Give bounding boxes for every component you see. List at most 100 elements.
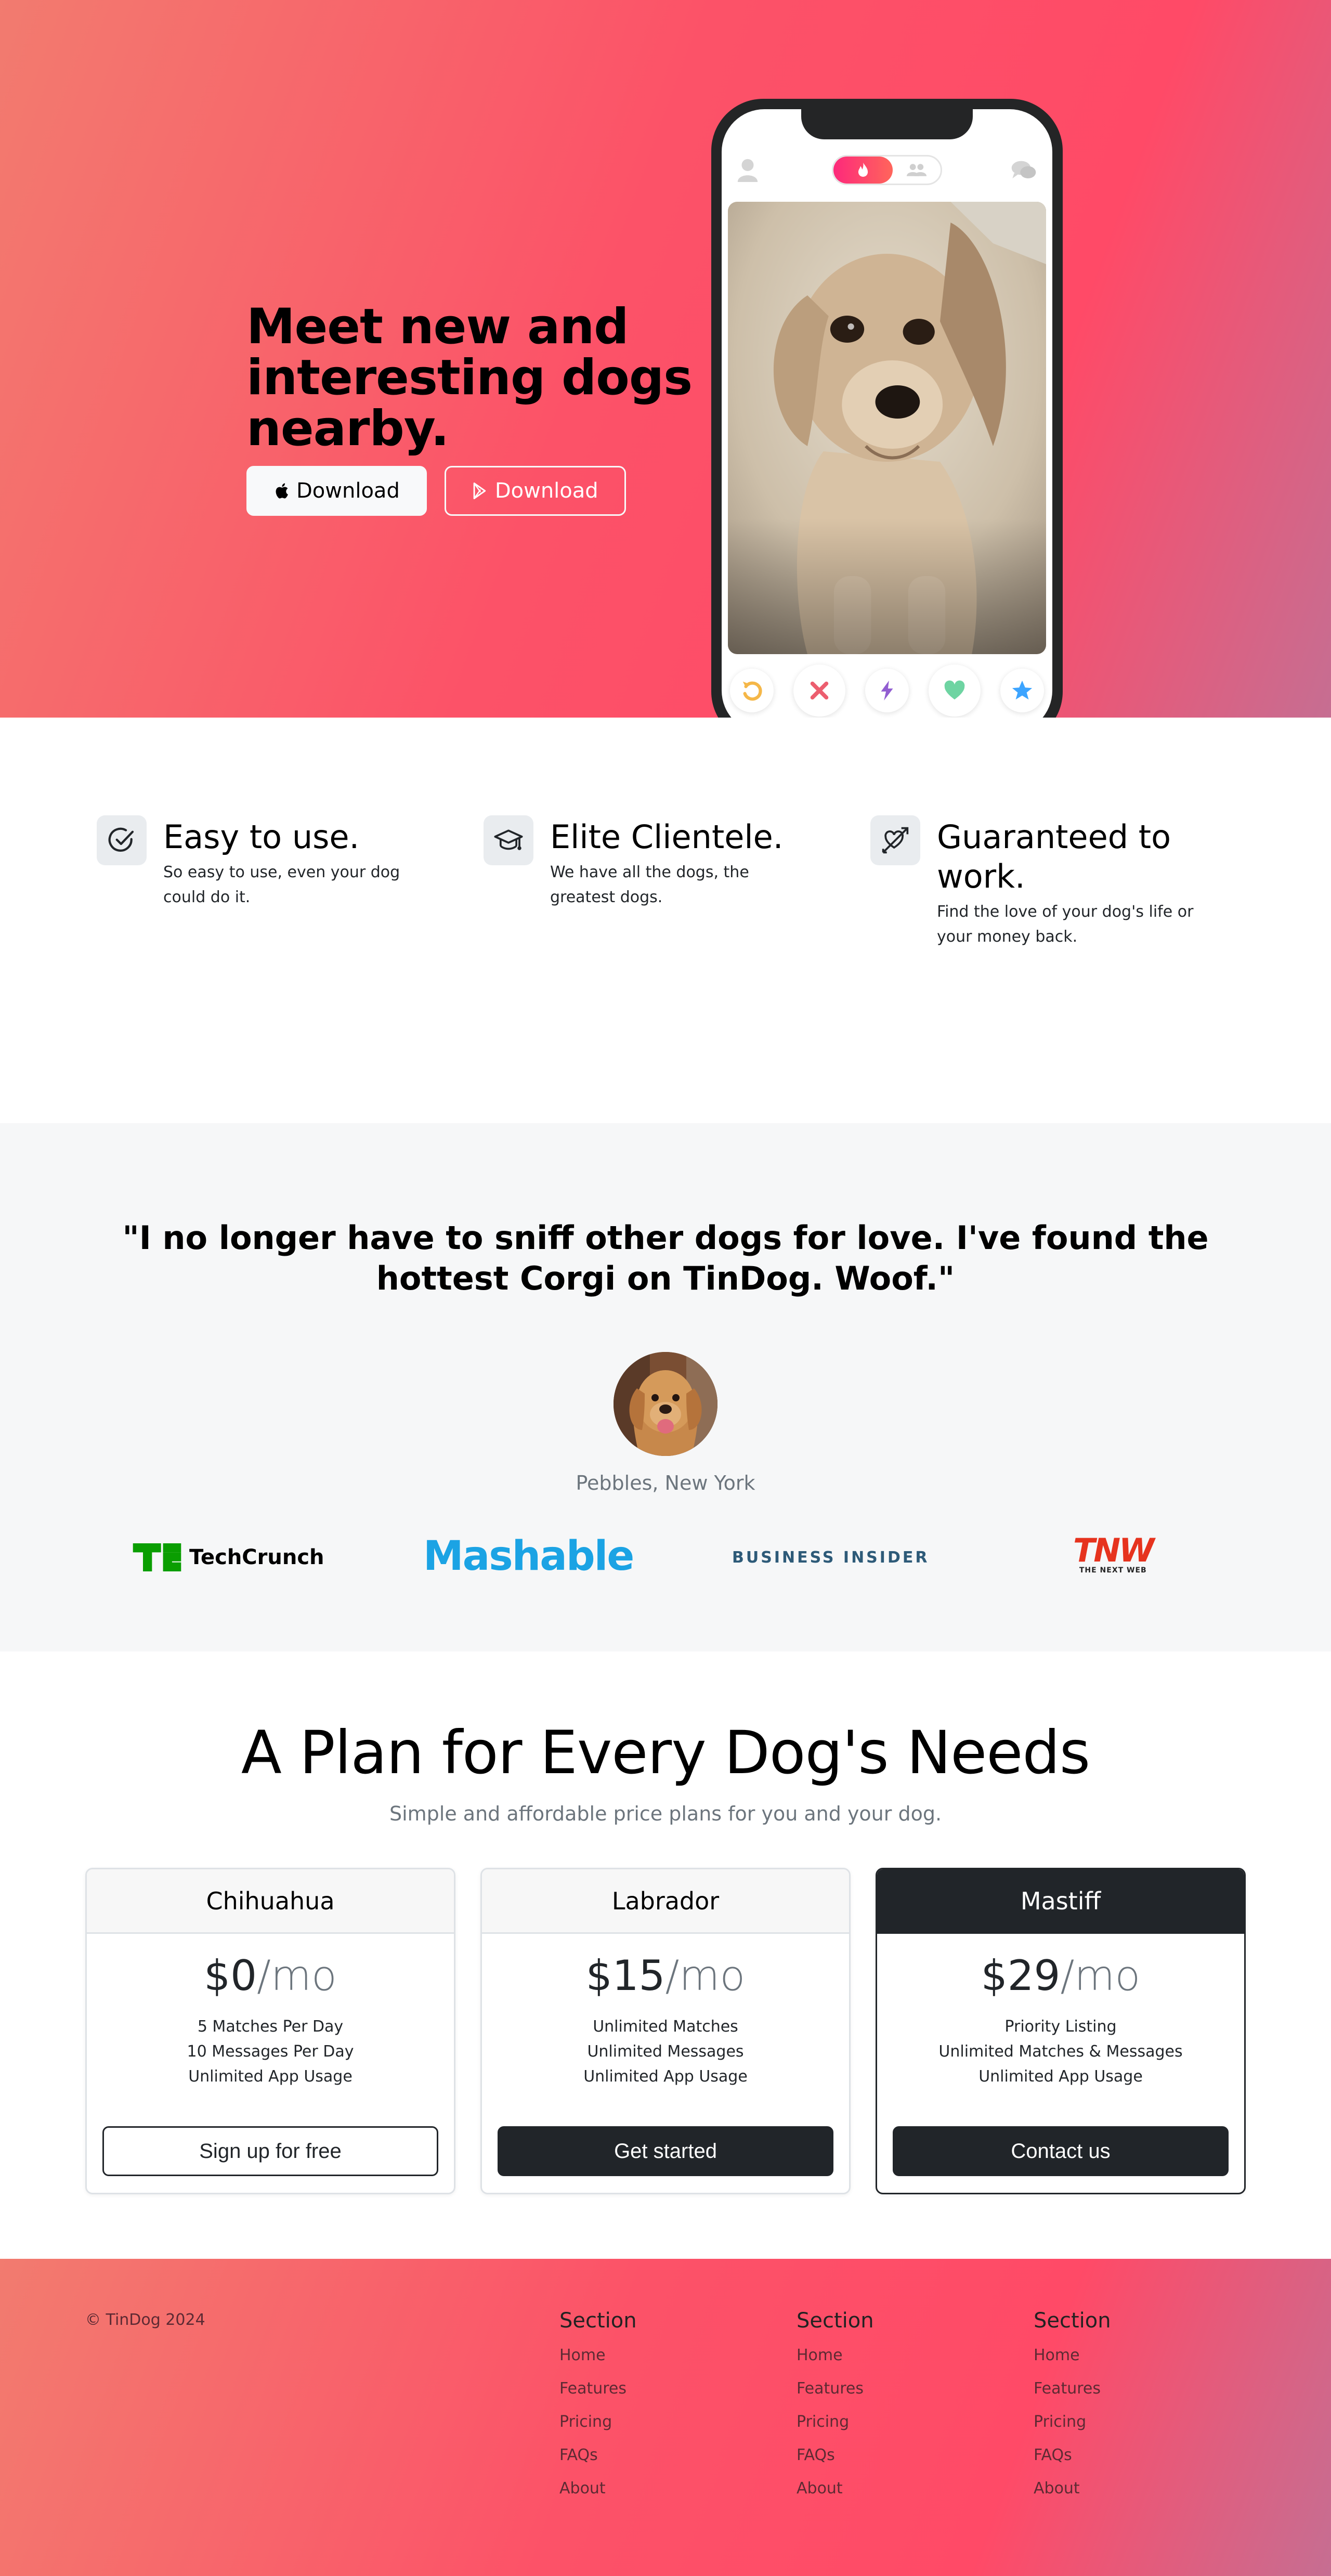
price-amount: $29 [981, 1951, 1061, 2000]
footer-link-features[interactable]: Features [559, 2372, 788, 2405]
boost-button[interactable] [865, 669, 909, 712]
get-started-button[interactable]: Get started [498, 2126, 833, 2176]
footer-link-pricing[interactable]: Pricing [797, 2405, 1025, 2439]
testimonial-section: "I no longer have to sniff other dogs fo… [0, 1123, 1331, 1651]
plan-features: Priority Listing Unlimited Matches & Mes… [877, 2014, 1244, 2089]
heart-arrow-icon [882, 827, 909, 854]
mode-toggle[interactable] [832, 155, 942, 185]
feature-text: So easy to use, even your dog could do i… [163, 863, 400, 906]
footer-link-features[interactable]: Features [1034, 2372, 1262, 2405]
footer-link-pricing[interactable]: Pricing [1034, 2405, 1262, 2439]
techcrunch-wordmark: TechCrunch [189, 1545, 324, 1569]
feature-title: Easy to use. [163, 818, 360, 856]
footer-link-home[interactable]: Home [797, 2339, 1025, 2372]
plan-feature: Unlimited Matches & Messages [938, 2042, 1183, 2061]
feature-easy: Easy to use. So easy to use, even your d… [97, 815, 429, 910]
feature-elite: Elite Clientele. We have all the dogs, t… [484, 815, 816, 910]
business-insider-logo: BUSINESS INSIDER [732, 1549, 930, 1567]
like-icon [944, 680, 965, 700]
footer-link-about[interactable]: About [1034, 2472, 1262, 2505]
play-download-label: Download [494, 479, 598, 503]
footer-heading: Section [1034, 2309, 1111, 2333]
price-period: /mo [1060, 1951, 1141, 2000]
hero-section: Meet new and interesting dogs nearby. Do… [0, 0, 1331, 718]
price-amount: $0 [204, 1951, 257, 2000]
dog-photo [728, 202, 1046, 654]
phone-notch [801, 109, 973, 139]
feature-icon-box [97, 815, 147, 865]
plan-card-chihuahua: Chihuahua $0/mo 5 Matches Per Day 10 Mes… [85, 1868, 455, 2194]
play-download-button[interactable]: Download [444, 466, 626, 516]
hero-text: Meet new and interesting dogs nearby. Do… [246, 302, 714, 516]
like-button[interactable] [929, 665, 981, 717]
tnw-subtitle: THE NEXT WEB [1079, 1566, 1147, 1575]
phone-screen [722, 109, 1052, 718]
phone-mockup [711, 99, 1063, 718]
boost-icon [881, 680, 893, 701]
footer-link-about[interactable]: About [559, 2472, 788, 2505]
avatar [614, 1352, 717, 1456]
plan-price: $0/mo [87, 1951, 454, 2000]
swipe-actions [722, 665, 1052, 717]
super-like-button[interactable] [1000, 669, 1044, 712]
pricing-title: A Plan for Every Dog's Needs [241, 1718, 1090, 1787]
plan-name: Labrador [482, 1869, 849, 1934]
tnw-wordmark: TNW [1073, 1531, 1155, 1569]
plan-price: $29/mo [877, 1951, 1244, 2000]
golden-retriever-photo [614, 1352, 717, 1456]
rewind-icon [742, 681, 762, 701]
super-like-icon [1012, 680, 1033, 700]
footer-link-features[interactable]: Features [797, 2372, 1025, 2405]
price-period: /mo [256, 1951, 337, 2000]
check-circle-icon [108, 827, 134, 852]
hero-title: Meet new and interesting dogs nearby. [246, 298, 693, 457]
footer-link-home[interactable]: Home [559, 2339, 788, 2372]
tnw-logo: TNW THE NEXT WEB [1073, 1531, 1155, 1575]
footer-heading: Section [797, 2309, 874, 2333]
graduation-cap-icon [494, 829, 523, 850]
contact-us-button[interactable]: Contact us [893, 2126, 1229, 2176]
apple-download-button[interactable]: Download [246, 466, 427, 516]
footer-link-pricing[interactable]: Pricing [559, 2405, 788, 2439]
footer-link-faqs[interactable]: FAQs [559, 2439, 788, 2472]
footer-link-home[interactable]: Home [1034, 2339, 1262, 2372]
nope-button[interactable] [793, 665, 845, 717]
plan-feature: Unlimited App Usage [978, 2067, 1143, 2086]
plan-features: 5 Matches Per Day 10 Messages Per Day Un… [87, 2014, 454, 2089]
price-amount: $15 [585, 1951, 666, 2000]
plan-feature: 10 Messages Per Day [187, 2042, 354, 2061]
footer-heading: Section [559, 2309, 637, 2333]
toggle-group[interactable] [893, 157, 941, 184]
footer-column: Section Home Features Pricing FAQs About [797, 2309, 1025, 2505]
pricing-section: A Plan for Every Dog's Needs Simple and … [0, 1651, 1331, 2259]
plan-feature: Unlimited App Usage [188, 2067, 353, 2086]
copyright: © TinDog 2024 [85, 2311, 205, 2329]
app-topbar [722, 155, 1052, 186]
plan-features: Unlimited Matches Unlimited Messages Unl… [482, 2014, 849, 2089]
footer: © TinDog 2024 Section Home Features Pric… [0, 2259, 1331, 2576]
apple-download-label: Download [296, 479, 400, 503]
feature-text: Find the love of your dog's life or your… [937, 903, 1194, 946]
apple-icon [276, 483, 288, 499]
features-section: Easy to use. So easy to use, even your d… [0, 718, 1331, 1123]
footer-link-faqs[interactable]: FAQs [1034, 2439, 1262, 2472]
footer-link-about[interactable]: About [797, 2472, 1025, 2505]
plan-card-labrador: Labrador $15/mo Unlimited Matches Unlimi… [480, 1868, 851, 2194]
toggle-flame[interactable] [833, 157, 893, 184]
price-period: /mo [665, 1951, 746, 2000]
footer-column: Section Home Features Pricing FAQs About [559, 2309, 788, 2505]
chat-icon[interactable] [1011, 159, 1037, 182]
google-play-icon [473, 482, 486, 500]
footer-link-faqs[interactable]: FAQs [797, 2439, 1025, 2472]
plan-card-mastiff: Mastiff $29/mo Priority Listing Unlimite… [876, 1868, 1246, 2194]
profile-icon[interactable] [737, 158, 758, 182]
feature-icon-box [870, 815, 920, 865]
plan-price: $15/mo [482, 1951, 849, 2000]
nope-icon [810, 681, 829, 700]
techcrunch-mark-icon [133, 1543, 181, 1571]
sign-up-free-button[interactable]: Sign up for free [102, 2126, 438, 2176]
testimonial-author: Pebbles, New York [576, 1472, 755, 1494]
hero-buttons: Download Download [246, 466, 714, 516]
dog-profile-card[interactable] [728, 202, 1046, 654]
rewind-button[interactable] [730, 669, 774, 712]
